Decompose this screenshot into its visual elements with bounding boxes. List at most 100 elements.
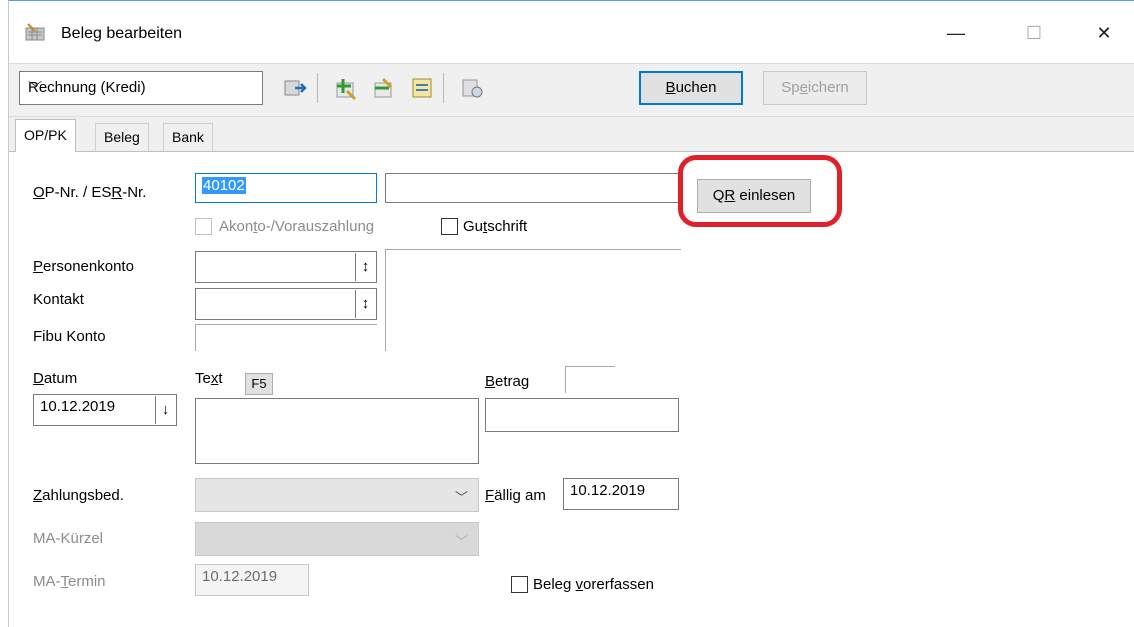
chevron-down-icon: ﹀ bbox=[454, 490, 468, 505]
tab-label: Bank bbox=[172, 129, 204, 145]
speichern-label: ichern bbox=[807, 79, 849, 96]
faellig-input[interactable]: 10.12.2019 bbox=[563, 478, 679, 510]
akonto-label-rest: o-/Vorauszahlung bbox=[257, 218, 375, 235]
buchen-label: uchen bbox=[675, 79, 717, 96]
tab-content-panel bbox=[9, 151, 1134, 627]
window-title: Beleg bearbeiten bbox=[61, 25, 182, 42]
fibu-konto-field-left bbox=[195, 324, 196, 351]
maximize-button[interactable]: ☐ bbox=[1011, 15, 1057, 51]
fibu-konto-label: Fibu Konto bbox=[33, 328, 106, 345]
chevron-down-icon: ﹀ bbox=[28, 80, 42, 96]
datum-picker-button[interactable]: ↓ bbox=[155, 396, 175, 424]
ma-kuerzel-select[interactable]: ﹀ bbox=[195, 522, 479, 556]
op-label-rest: -Nr. bbox=[122, 184, 147, 201]
highlight-ring bbox=[678, 155, 842, 227]
vorerfassen-label: Beleg vorerfassen bbox=[533, 576, 654, 593]
kontakt-input[interactable] bbox=[195, 288, 377, 320]
fibu-konto-field-top bbox=[195, 324, 377, 325]
vorerfassen-label-pre: Beleg bbox=[533, 576, 576, 593]
betrag-label-rest: etrag bbox=[495, 373, 530, 390]
down-arrow-icon: ↓ bbox=[161, 401, 170, 418]
title-bar: Beleg bearbeiten — ☐ ✕ bbox=[9, 1, 1134, 63]
speichern-button[interactable]: Speichern bbox=[763, 71, 867, 105]
datum-mnemonic: D bbox=[33, 370, 44, 387]
personenkonto-label: Personenkonto bbox=[33, 258, 134, 275]
close-button[interactable]: ✕ bbox=[1081, 15, 1127, 51]
document-type-select[interactable]: Rechnung (Kredi) ﹀ bbox=[19, 71, 263, 105]
tab-op-pk[interactable]: OP/PK bbox=[15, 119, 76, 152]
gutschrift-label-rest: schrift bbox=[487, 218, 528, 235]
op-nr-value: 40102 bbox=[202, 177, 246, 194]
vorerfassen-mnemonic: v bbox=[575, 576, 584, 593]
up-down-arrow-icon: ↕ bbox=[361, 258, 370, 275]
text-label-rest: t bbox=[218, 370, 223, 387]
tab-bank[interactable]: Bank bbox=[163, 123, 213, 151]
currency-field-left bbox=[565, 366, 566, 393]
buchen-button[interactable]: Buchen bbox=[639, 71, 743, 105]
close-icon: ✕ bbox=[1096, 23, 1112, 43]
buchen-label-mnemonic: B bbox=[665, 79, 676, 96]
tools-icon[interactable] bbox=[459, 75, 485, 101]
minimize-button[interactable]: — bbox=[933, 15, 979, 51]
op-nr-input[interactable]: 40102 bbox=[195, 173, 377, 203]
ma-termin-input[interactable]: 10.12.2019 bbox=[195, 564, 309, 596]
esr-mnemonic: R bbox=[111, 184, 123, 201]
minimize-icon: — bbox=[947, 23, 965, 43]
tab-label: Beleg bbox=[104, 129, 140, 145]
personenkonto-label-rest: ersonenkonto bbox=[43, 258, 134, 275]
esr-nr-input[interactable] bbox=[385, 173, 683, 203]
chevron-down-icon: ﹀ bbox=[454, 534, 468, 549]
currency-field-top bbox=[565, 366, 615, 367]
kontakt-label: Kontakt bbox=[33, 291, 84, 308]
op-mnemonic: O bbox=[33, 184, 45, 201]
personenkonto-mnemonic: P bbox=[33, 258, 44, 275]
kontakt-picker-button[interactable]: ↕ bbox=[355, 290, 375, 318]
ma-termin-label-pre: MA- bbox=[33, 573, 61, 590]
op-esr-label: OP-Nr. / ESR-Nr. bbox=[33, 184, 146, 201]
zahlungsbed-mnemonic: Z bbox=[33, 487, 43, 504]
gutschrift-label: Gutschrift bbox=[463, 218, 527, 235]
import-icon[interactable] bbox=[283, 75, 309, 101]
f5-button[interactable]: F5 bbox=[245, 373, 273, 395]
edit-document-window: Beleg bearbeiten — ☐ ✕ Rechnung (Kredi) … bbox=[8, 0, 1134, 627]
remove-icon[interactable] bbox=[371, 75, 397, 101]
faellig-label-rest: ällig am bbox=[494, 487, 546, 504]
faellig-label: Fällig am bbox=[485, 487, 546, 504]
add-green-icon[interactable] bbox=[333, 75, 359, 101]
info-box-left bbox=[385, 249, 386, 351]
akonto-label-pre: Akon bbox=[219, 218, 254, 235]
op-label-mid: P-Nr. / ES bbox=[44, 184, 112, 201]
speichern-label-pre: Sp bbox=[781, 79, 800, 96]
ma-termin-mnemonic: T bbox=[60, 573, 69, 590]
info-box-top bbox=[385, 249, 681, 250]
akonto-checkbox[interactable] bbox=[195, 218, 212, 235]
gutschrift-label-pre: Gu bbox=[463, 218, 484, 235]
ma-termin-label: MA-Termin bbox=[33, 573, 106, 590]
text-label: Text bbox=[195, 370, 223, 387]
faellig-value: 10.12.2019 bbox=[570, 482, 646, 499]
up-down-arrow-icon: ↕ bbox=[361, 295, 370, 312]
ma-termin-label-rest: ermin bbox=[68, 573, 106, 590]
document-edit-icon bbox=[25, 23, 45, 41]
betrag-input[interactable] bbox=[485, 398, 679, 432]
tab-beleg[interactable]: Beleg bbox=[95, 123, 149, 151]
betrag-label: Betrag bbox=[485, 373, 529, 390]
maximize-icon: ☐ bbox=[1025, 23, 1043, 43]
betrag-mnemonic: B bbox=[485, 373, 496, 390]
toolbar-separator bbox=[443, 73, 444, 103]
vorerfassen-checkbox[interactable] bbox=[511, 576, 528, 593]
datum-value: 10.12.2019 bbox=[40, 398, 116, 415]
ma-termin-value: 10.12.2019 bbox=[202, 568, 278, 585]
text-textarea[interactable] bbox=[195, 398, 479, 464]
gutschrift-checkbox[interactable] bbox=[441, 218, 458, 235]
ma-kuerzel-label: MA-Kürzel bbox=[33, 530, 104, 547]
text-label-pre: Te bbox=[195, 370, 211, 387]
zahlungsbed-label: Zahlungsbed. bbox=[33, 487, 124, 504]
zahlungsbed-select[interactable]: ﹀ bbox=[195, 478, 479, 512]
note-icon[interactable] bbox=[409, 75, 435, 101]
faellig-mnemonic: F bbox=[485, 487, 495, 504]
vorerfassen-label-rest: orerfassen bbox=[583, 576, 654, 593]
toolbar-separator bbox=[317, 73, 318, 103]
personenkonto-input[interactable] bbox=[195, 251, 377, 283]
personenkonto-picker-button[interactable]: ↕ bbox=[355, 253, 375, 281]
